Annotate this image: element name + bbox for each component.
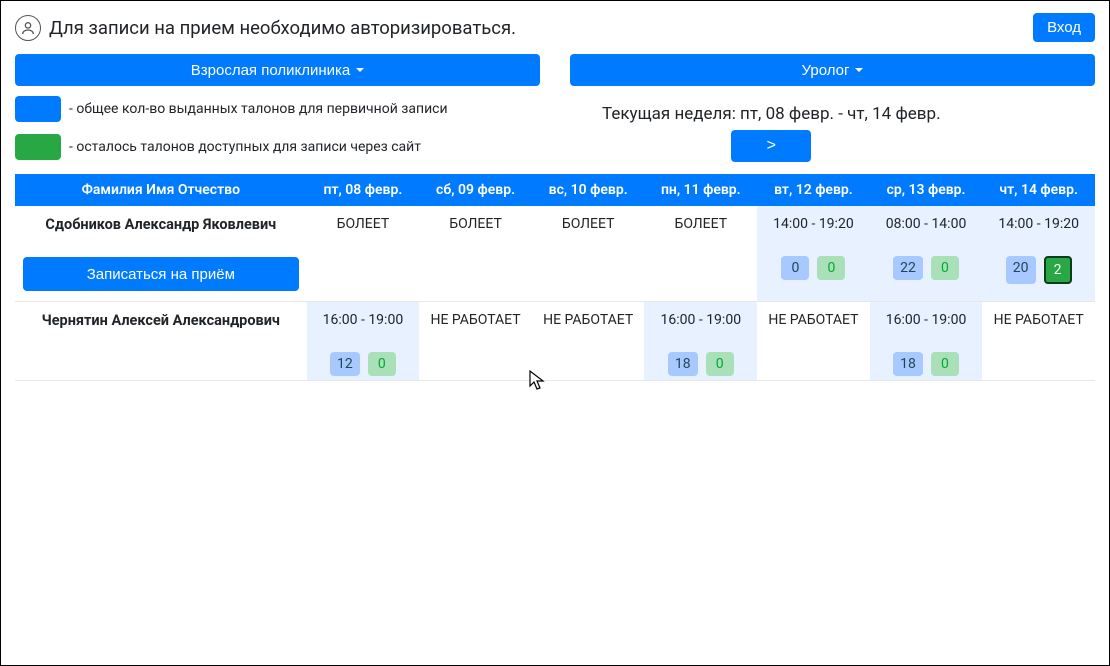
time-range: 08:00 - 14:00 — [874, 216, 979, 232]
chevron-down-icon — [855, 68, 863, 72]
col-header-day: вт, 12 февр. — [757, 174, 870, 206]
schedule-cell: 14:00 - 19:20 20 2 — [982, 206, 1095, 302]
time-range: 14:00 - 19:20 — [761, 216, 866, 232]
status-text: БОЛЕЕТ — [648, 216, 753, 232]
legend-total: - общее кол-во выданных талонов для перв… — [15, 96, 448, 122]
tickets-total: 18 — [893, 352, 923, 376]
schedule-cell: НЕ РАБОТАЕТ — [982, 302, 1095, 381]
doctor-name: Сдобников Александр Яковлевич — [23, 216, 299, 233]
tickets-free: 0 — [706, 352, 734, 376]
col-header-name: Фамилия Имя Отчество — [15, 174, 307, 206]
legend-available: - осталось талонов доступных для записи … — [15, 134, 448, 160]
specialty-dropdown[interactable]: Уролог — [570, 54, 1095, 86]
doctor-name: Чернятин Алексей Александрович — [23, 312, 299, 329]
schedule-cell: БОЛЕЕТ — [307, 206, 420, 302]
schedule-cell: НЕ РАБОТАЕТ — [757, 302, 870, 381]
status-text: НЕ РАБОТАЕТ — [536, 312, 641, 328]
status-text: БОЛЕЕТ — [423, 216, 528, 232]
tickets-total: 0 — [781, 256, 809, 280]
schedule-cell: 16:00 - 19:00 18 0 — [644, 302, 757, 381]
next-week-button[interactable]: > — [731, 130, 811, 162]
col-header-day: чт, 14 февр. — [982, 174, 1095, 206]
current-week-label: Текущая неделя: пт, 08 февр. - чт, 14 фе… — [448, 104, 1095, 124]
legend-swatch-blue — [15, 96, 61, 122]
doctor-row: Сдобников Александр Яковлевич Записаться … — [15, 206, 1095, 302]
tickets-free: 0 — [817, 256, 845, 280]
col-header-day: сб, 09 февр. — [419, 174, 532, 206]
schedule-table: Фамилия Имя Отчествопт, 08 февр.сб, 09 ф… — [15, 174, 1095, 381]
schedule-cell: БОЛЕЕТ — [419, 206, 532, 302]
tickets-free: 0 — [368, 352, 396, 376]
tickets-total: 22 — [893, 256, 923, 280]
schedule-cell: БОЛЕЕТ — [532, 206, 645, 302]
legend-total-label: - общее кол-во выданных талонов для перв… — [69, 101, 448, 117]
doctor-name-cell: Чернятин Алексей Александрович — [15, 302, 307, 381]
schedule-cell: 14:00 - 19:20 00 — [757, 206, 870, 302]
tickets-free: 0 — [931, 352, 959, 376]
schedule-cell: БОЛЕЕТ — [644, 206, 757, 302]
tickets-free: 0 — [931, 256, 959, 280]
status-text: НЕ РАБОТАЕТ — [423, 312, 528, 328]
schedule-cell: 08:00 - 14:00 22 0 — [870, 206, 983, 302]
tickets-total: 18 — [668, 352, 698, 376]
tickets-free[interactable]: 2 — [1044, 256, 1072, 284]
login-button[interactable]: Вход — [1033, 13, 1095, 42]
book-appointment-button[interactable]: Записаться на приём — [23, 257, 299, 291]
col-header-day: ср, 13 февр. — [870, 174, 983, 206]
department-dropdown[interactable]: Взрослая поликлиника — [15, 54, 540, 86]
status-text: НЕ РАБОТАЕТ — [761, 312, 866, 328]
col-header-day: пн, 11 февр. — [644, 174, 757, 206]
schedule-cell: НЕ РАБОТАЕТ — [532, 302, 645, 381]
time-range: 16:00 - 19:00 — [311, 312, 416, 328]
status-text: БОЛЕЕТ — [311, 216, 416, 232]
doctor-row: Чернятин Алексей Александрович 16:00 - 19… — [15, 302, 1095, 381]
status-text: НЕ РАБОТАЕТ — [986, 312, 1091, 328]
col-header-day: вс, 10 февр. — [532, 174, 645, 206]
time-range: 16:00 - 19:00 — [874, 312, 979, 328]
schedule-cell: НЕ РАБОТАЕТ — [419, 302, 532, 381]
legend-available-label: - осталось талонов доступных для записи … — [69, 139, 421, 155]
time-range: 14:00 - 19:20 — [986, 216, 1091, 232]
status-text: БОЛЕЕТ — [536, 216, 641, 232]
col-header-day: пт, 08 февр. — [307, 174, 420, 206]
schedule-cell: 16:00 - 19:00 18 0 — [870, 302, 983, 381]
user-icon — [15, 15, 41, 41]
auth-message: Для записи на прием необходимо авторизир… — [49, 17, 516, 39]
tickets-total: 12 — [330, 352, 360, 376]
tickets-total: 20 — [1006, 256, 1036, 284]
schedule-cell: 16:00 - 19:00 12 0 — [307, 302, 420, 381]
chevron-down-icon — [356, 68, 364, 72]
time-range: 16:00 - 19:00 — [648, 312, 753, 328]
legend-swatch-green — [15, 134, 61, 160]
doctor-name-cell: Сдобников Александр Яковлевич Записаться … — [15, 206, 307, 302]
